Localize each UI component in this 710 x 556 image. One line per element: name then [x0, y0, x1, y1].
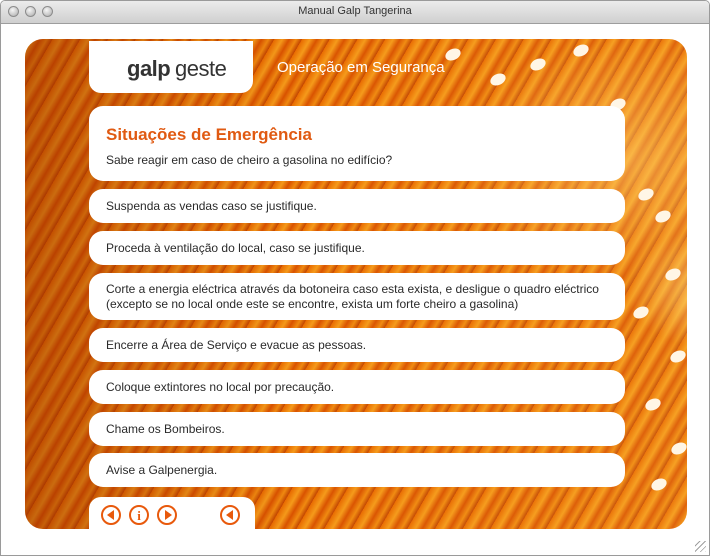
- list-item: Suspenda as vendas caso se justifique.: [89, 189, 625, 223]
- light-spot: [528, 56, 548, 73]
- info-icon[interactable]: i: [129, 505, 149, 525]
- section-title: Operação em Segurança: [277, 59, 445, 76]
- list-item: Corte a energia eléctrica através da bot…: [89, 273, 625, 320]
- list-item: Coloque extintores no local por precauçã…: [89, 370, 625, 404]
- navigation-controls: i: [89, 497, 255, 529]
- window-title: Manual Galp Tangerina: [298, 5, 412, 17]
- light-spot: [631, 304, 651, 321]
- step-text: Suspenda as vendas caso se justifique.: [106, 198, 317, 213]
- step-text: Coloque extintores no local por precauçã…: [106, 379, 335, 394]
- light-spot: [636, 186, 656, 203]
- list-item: Avise a Galpenergia.: [89, 453, 625, 487]
- light-spot: [663, 266, 683, 283]
- step-text: Proceda à ventilação do local, caso se j…: [106, 240, 365, 255]
- title-bar[interactable]: Manual Galp Tangerina: [1, 1, 709, 24]
- logo-panel: galp geste: [89, 41, 253, 93]
- light-spot: [643, 396, 663, 413]
- light-spot: [488, 71, 508, 88]
- app-window: Manual Galp Tangerina galp geste Operaçã…: [0, 0, 710, 556]
- light-spot: [669, 440, 687, 457]
- list-item: Chame os Bombeiros.: [89, 412, 625, 446]
- resize-grip-icon[interactable]: [695, 541, 706, 552]
- light-spot: [653, 208, 673, 225]
- step-text: Encerre a Área de Serviço e evacue as pe…: [106, 337, 367, 352]
- step-text: Chame os Bombeiros.: [106, 421, 225, 436]
- previous-icon[interactable]: [101, 505, 121, 525]
- light-spot: [443, 46, 463, 63]
- list-item: Encerre a Área de Serviço e evacue as pe…: [89, 328, 625, 362]
- header-card: Situações de Emergência Sabe reagir em c…: [89, 106, 625, 181]
- page-title: Situações de Emergência: [106, 125, 312, 144]
- logo-product: geste: [175, 56, 227, 81]
- next-icon[interactable]: [157, 505, 177, 525]
- light-spot: [668, 348, 687, 365]
- light-spot: [649, 476, 669, 493]
- back-icon[interactable]: [220, 505, 240, 525]
- list-item: Proceda à ventilação do local, caso se j…: [89, 231, 625, 265]
- light-spot: [571, 42, 591, 59]
- step-text: Corte a energia eléctrica através da bot…: [106, 281, 599, 311]
- page-subtitle: Sabe reagir em caso de cheiro a gasolina…: [106, 153, 393, 167]
- step-text: Avise a Galpenergia.: [106, 462, 218, 477]
- logo-brand: galp: [127, 56, 171, 81]
